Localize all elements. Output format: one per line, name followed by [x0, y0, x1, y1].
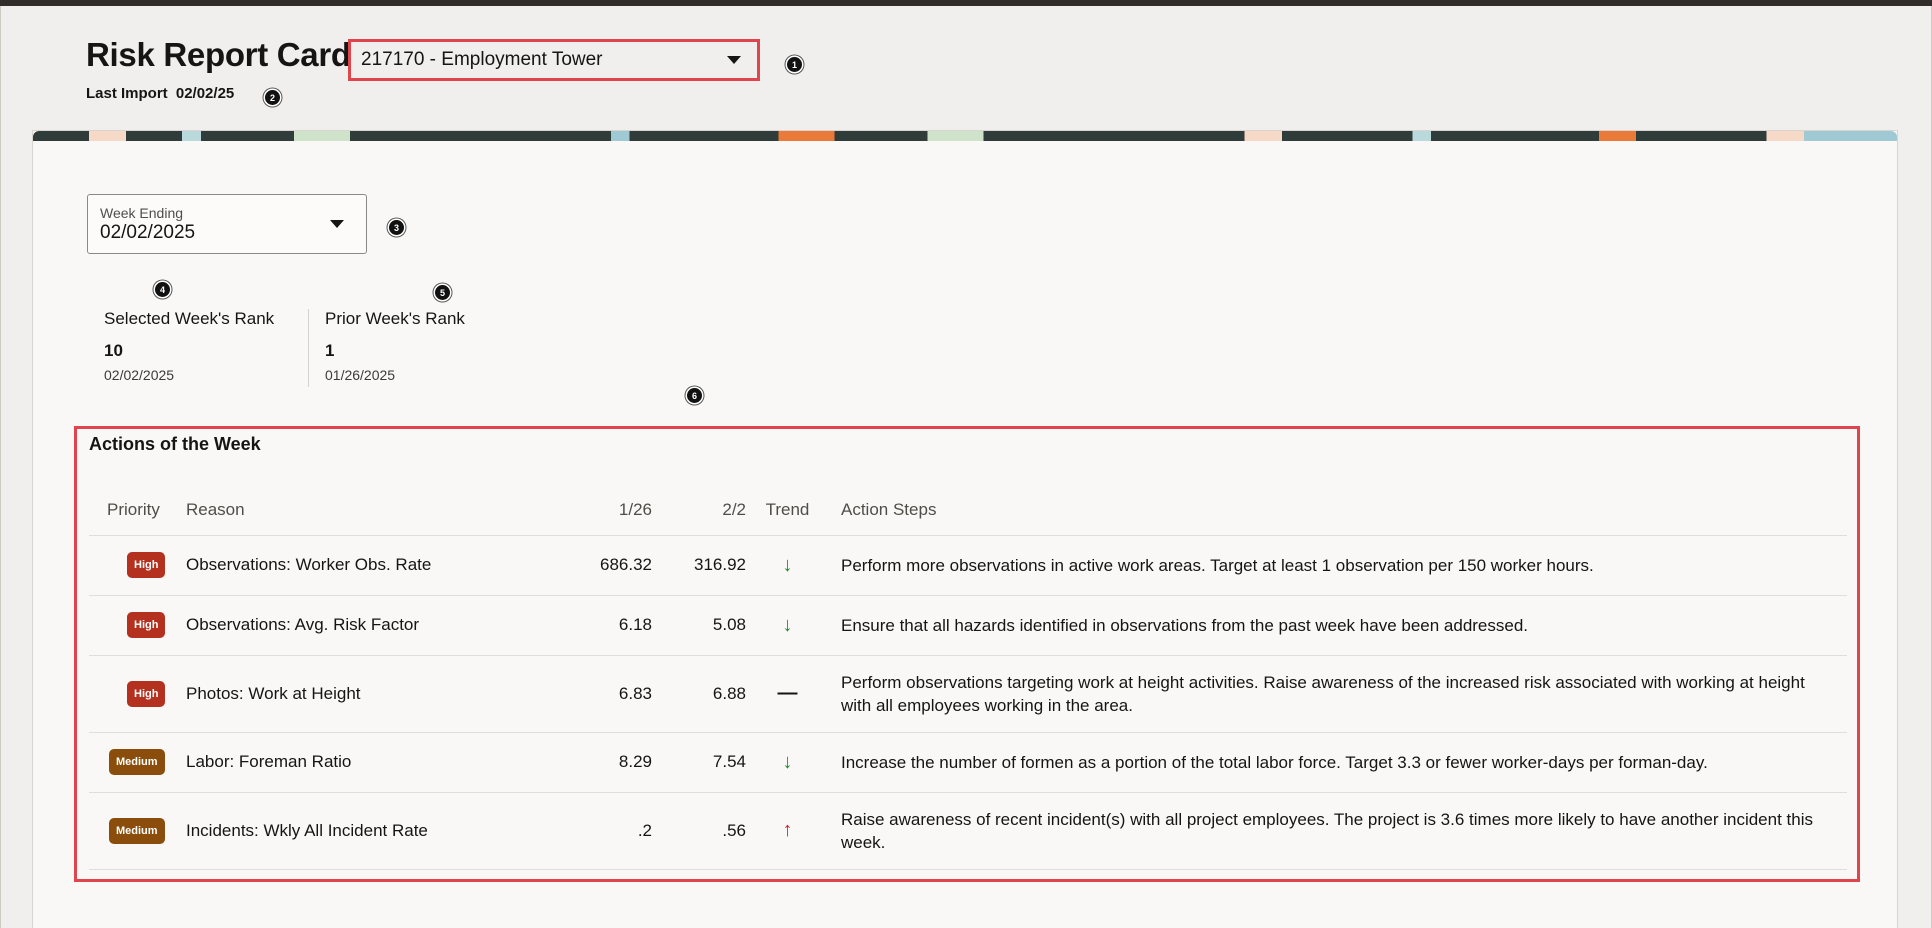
- curr-value-cell: 5.08: [652, 595, 746, 656]
- rank-label: Selected Week's Rank: [104, 309, 275, 328]
- column-header-priority[interactable]: Priority: [89, 485, 186, 536]
- chevron-down-icon: [330, 220, 344, 228]
- callout-marker-3: 3: [389, 220, 404, 235]
- table-row: High Observations: Avg. Risk Factor 6.18…: [89, 595, 1847, 656]
- action-steps-cell: Perform observations targeting work at h…: [829, 655, 1847, 733]
- rank-date: 01/26/2025: [325, 367, 396, 383]
- reason-cell: Observations: Avg. Risk Factor: [186, 595, 547, 656]
- top-strip: [0, 0, 1932, 6]
- prev-value-cell: 686.32: [547, 535, 652, 596]
- callout-marker-2: 2: [265, 90, 280, 105]
- column-header-reason[interactable]: Reason: [186, 485, 547, 536]
- actions-table: Priority Reason 1/26 2/2 Trend Action St…: [89, 485, 1847, 870]
- trend-cell: ↑: [746, 792, 829, 870]
- table-row: High Observations: Worker Obs. Rate 686.…: [89, 535, 1847, 596]
- curr-value-cell: 6.88: [652, 655, 746, 733]
- curr-value-cell: 7.54: [652, 732, 746, 793]
- selected-week-rank: Selected Week's Rank 10 02/02/2025: [104, 309, 274, 383]
- callout-marker-1: 1: [787, 57, 802, 72]
- trend-down-icon: ↓: [782, 553, 793, 576]
- last-import-date: 02/02/25: [175, 85, 235, 102]
- action-steps-cell: Ensure that all hazards identified in ob…: [829, 595, 1847, 656]
- priority-badge: High: [127, 680, 166, 707]
- curr-value-cell: .56: [652, 792, 746, 870]
- priority-cell: Medium: [89, 732, 186, 793]
- curr-value-cell: 316.92: [652, 535, 746, 596]
- project-select-value: 217170 - Employment Tower: [361, 49, 603, 70]
- table-row: Medium Labor: Foreman Ratio 8.29 7.54 ↓ …: [89, 732, 1847, 793]
- priority-badge: Medium: [109, 817, 165, 844]
- table-header-row: Priority Reason 1/26 2/2 Trend Action St…: [89, 485, 1847, 536]
- frame-border: [0, 6, 1, 928]
- rank-label: Prior Week's Rank: [325, 309, 465, 328]
- actions-title: Actions of the Week: [89, 434, 261, 454]
- trend-flat-icon: —: [777, 682, 798, 704]
- rank-date: 02/02/2025: [104, 367, 175, 383]
- week-ending-select[interactable]: Week Ending 02/02/2025: [87, 194, 367, 254]
- priority-cell: Medium: [89, 792, 186, 870]
- last-import: Last Import 02/02/25: [86, 85, 234, 102]
- priority-cell: High: [89, 655, 186, 733]
- prev-value-cell: 8.29: [547, 732, 652, 793]
- action-steps-cell: Raise awareness of recent incident(s) wi…: [829, 792, 1847, 870]
- priority-badge: High: [127, 612, 166, 638]
- callout-marker-4: 4: [155, 282, 170, 297]
- rank-divider: [308, 309, 309, 387]
- decorative-banner: [33, 131, 1897, 141]
- trend-cell: ↓: [746, 595, 829, 656]
- rank-value: 10: [104, 341, 123, 360]
- table-row: High Photos: Work at Height 6.83 6.88 — …: [89, 655, 1847, 733]
- trend-cell: ↓: [746, 535, 829, 596]
- prior-week-rank: Prior Week's Rank 1 01/26/2025: [325, 309, 465, 383]
- action-steps-cell: Perform more observations in active work…: [829, 535, 1847, 596]
- prev-value-cell: 6.18: [547, 595, 652, 656]
- column-header-prev[interactable]: 1/26: [547, 485, 652, 536]
- callout-marker-6: 6: [687, 388, 702, 403]
- prev-value-cell: 6.83: [547, 655, 652, 733]
- reason-cell: Incidents: Wkly All Incident Rate: [186, 792, 547, 870]
- trend-down-icon: ↓: [782, 613, 793, 636]
- callout-marker-5: 5: [435, 285, 450, 300]
- column-header-curr[interactable]: 2/2: [652, 485, 746, 536]
- action-steps-cell: Increase the number of formen as a porti…: [829, 732, 1847, 793]
- actions-of-the-week: Actions of the Week Priority Reason 1/26…: [74, 426, 1860, 882]
- reason-cell: Labor: Foreman Ratio: [186, 732, 547, 793]
- reason-cell: Observations: Worker Obs. Rate: [186, 535, 547, 596]
- last-import-label: Last Import: [86, 85, 168, 102]
- reason-cell: Photos: Work at Height: [186, 655, 547, 733]
- trend-up-icon: ↑: [782, 819, 793, 841]
- priority-badge: Medium: [109, 749, 165, 775]
- column-header-action-steps[interactable]: Action Steps: [829, 485, 1847, 536]
- trend-down-icon: ↓: [782, 750, 793, 773]
- table-row: Medium Incidents: Wkly All Incident Rate…: [89, 792, 1847, 870]
- project-select[interactable]: 217170 - Employment Tower: [348, 39, 760, 81]
- trend-cell: ↓: [746, 732, 829, 793]
- priority-cell: High: [89, 535, 186, 596]
- week-ending-label: Week Ending: [100, 205, 184, 221]
- week-ending-value: 02/02/2025: [100, 222, 196, 243]
- prev-value-cell: .2: [547, 792, 652, 870]
- page-title: Risk Report Card: [86, 36, 351, 73]
- priority-cell: High: [89, 595, 186, 656]
- report-card: Week Ending 02/02/2025 3 4 5 Selected We…: [32, 130, 1898, 928]
- priority-badge: High: [127, 552, 166, 578]
- chevron-down-icon: [727, 56, 741, 64]
- trend-cell: —: [746, 655, 829, 733]
- column-header-trend[interactable]: Trend: [746, 485, 829, 536]
- rank-value: 1: [325, 341, 335, 360]
